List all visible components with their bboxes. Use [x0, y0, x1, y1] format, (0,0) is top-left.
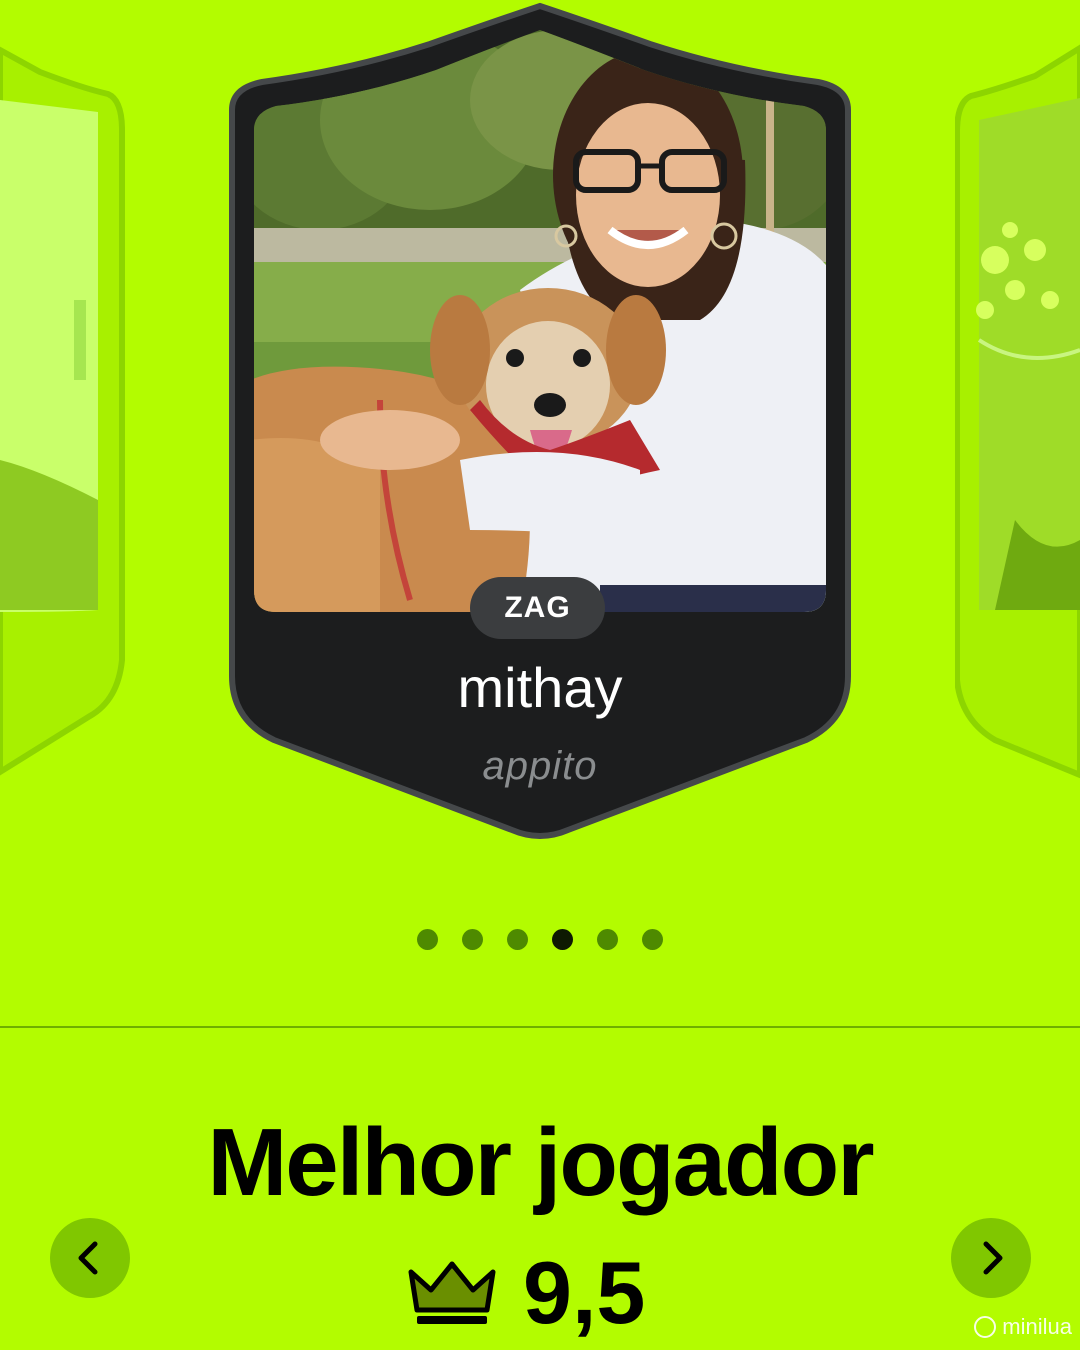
pagination-dot-active[interactable]	[552, 929, 573, 950]
watermark: minilua	[974, 1314, 1072, 1340]
next-button[interactable]	[951, 1218, 1031, 1298]
watermark-logo-icon	[974, 1316, 997, 1338]
score-row: 9,5	[405, 1248, 645, 1338]
previous-button[interactable]	[50, 1218, 130, 1298]
pagination-dot[interactable]	[417, 929, 438, 950]
chevron-right-icon	[983, 1241, 1003, 1275]
player-card[interactable]	[0, 0, 1080, 860]
chevron-left-icon	[78, 1241, 98, 1275]
pagination-dot[interactable]	[597, 929, 618, 950]
brand-logo: appito	[482, 744, 598, 788]
crown-icon	[408, 1261, 496, 1324]
position-badge: ZAG	[470, 577, 605, 639]
carousel-pagination	[0, 929, 1080, 951]
pagination-dot[interactable]	[642, 929, 663, 950]
player-photo	[254, 30, 826, 612]
player-name: mithay	[457, 656, 623, 719]
section-divider	[0, 1026, 1080, 1028]
score-value: 9,5	[523, 1243, 646, 1342]
pagination-dot[interactable]	[507, 929, 528, 950]
pagination-dot[interactable]	[462, 929, 483, 950]
award-title: Melhor jogador	[207, 1109, 874, 1216]
screen: ZAG mithay appito Melhor jogador 9,5 min…	[0, 0, 1080, 1350]
watermark-text: minilua	[1002, 1314, 1072, 1339]
